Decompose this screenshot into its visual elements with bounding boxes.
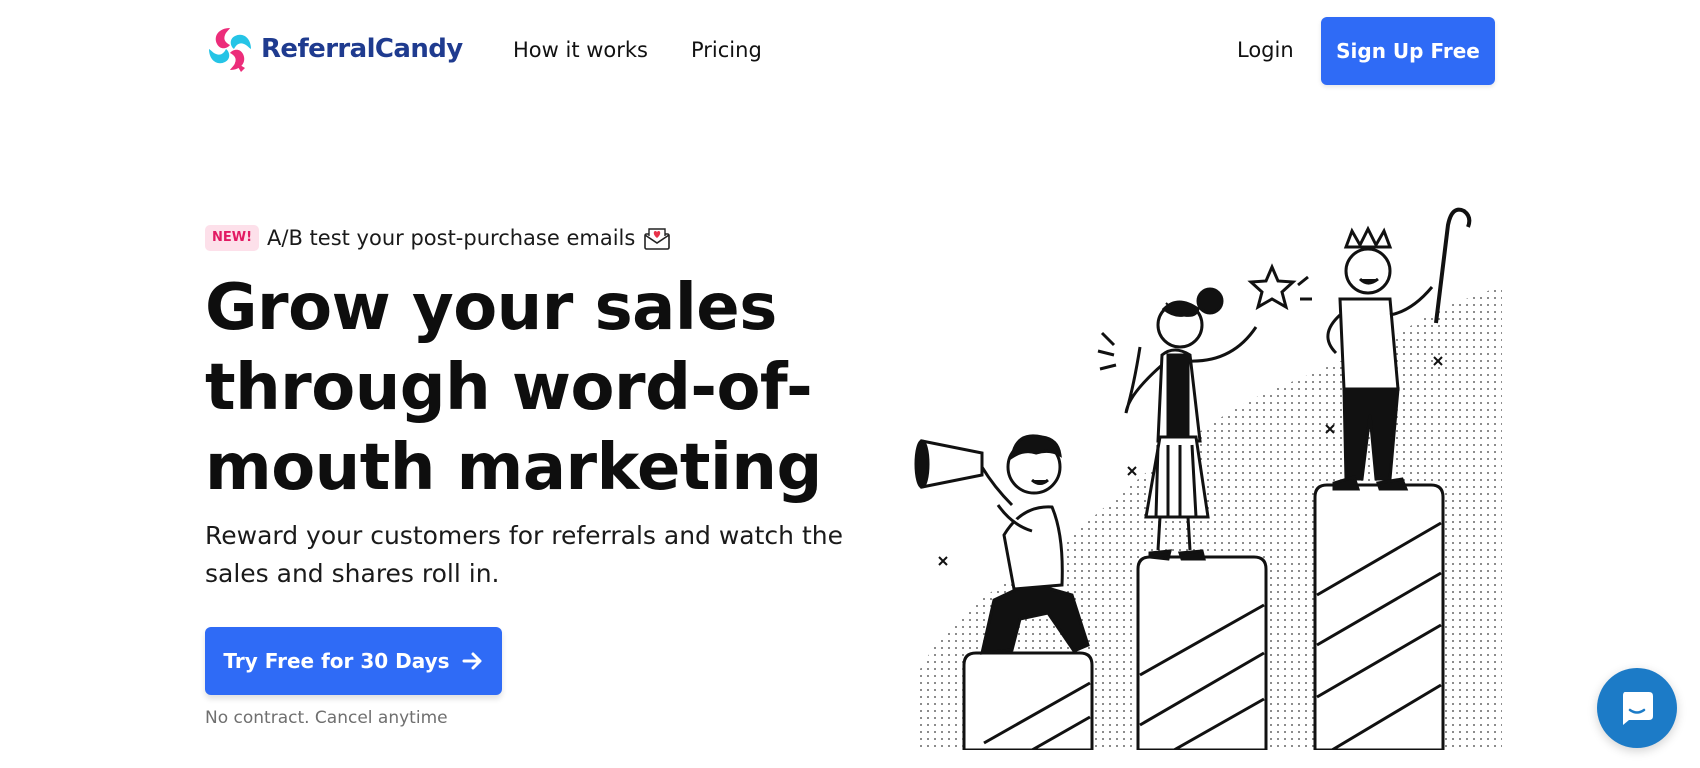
star-icon bbox=[1247, 263, 1297, 311]
hero-title: Grow your sales through word-of-mouth ma… bbox=[205, 271, 822, 505]
hero-illustration bbox=[914, 207, 1502, 750]
try-free-label: Try Free for 30 Days bbox=[223, 649, 450, 673]
logo-link[interactable]: ReferralCandy bbox=[205, 24, 463, 74]
megaphone-icon bbox=[920, 439, 984, 489]
nav-pricing[interactable]: Pricing bbox=[691, 38, 762, 62]
try-free-button[interactable]: Try Free for 30 Days bbox=[205, 627, 502, 695]
chat-bubble-icon bbox=[1623, 692, 1653, 725]
arrow-right-icon bbox=[462, 652, 482, 670]
podium-bar-tall bbox=[1313, 483, 1445, 750]
nav-how-it-works[interactable]: How it works bbox=[513, 38, 648, 62]
sign-up-free-button[interactable]: Sign Up Free bbox=[1321, 17, 1495, 85]
chat-launcher-button[interactable] bbox=[1597, 668, 1677, 748]
person-with-megaphone bbox=[914, 434, 1090, 655]
referralcandy-logo-icon bbox=[209, 28, 251, 72]
login-link[interactable]: Login bbox=[1237, 38, 1294, 62]
announcement-text: A/B test your post-purchase emails bbox=[267, 226, 636, 250]
podium-bar-medium bbox=[1136, 555, 1268, 750]
no-contract-note: No contract. Cancel anytime bbox=[205, 708, 448, 728]
podium-bar-small bbox=[962, 651, 1094, 750]
crown-icon bbox=[1343, 225, 1393, 249]
page: ReferralCandy How it works Pricing Login… bbox=[0, 0, 1700, 768]
site-header: ReferralCandy How it works Pricing Login… bbox=[0, 0, 1700, 100]
hero-subtitle: Reward your customers for referrals and … bbox=[205, 521, 843, 588]
logo-wordmark: ReferralCandy bbox=[261, 34, 463, 64]
envelope-heart-icon bbox=[644, 228, 671, 250]
new-badge: NEW! bbox=[205, 225, 260, 251]
announcement-banner[interactable]: NEW! A/B test your post-purchase emails bbox=[205, 225, 671, 251]
